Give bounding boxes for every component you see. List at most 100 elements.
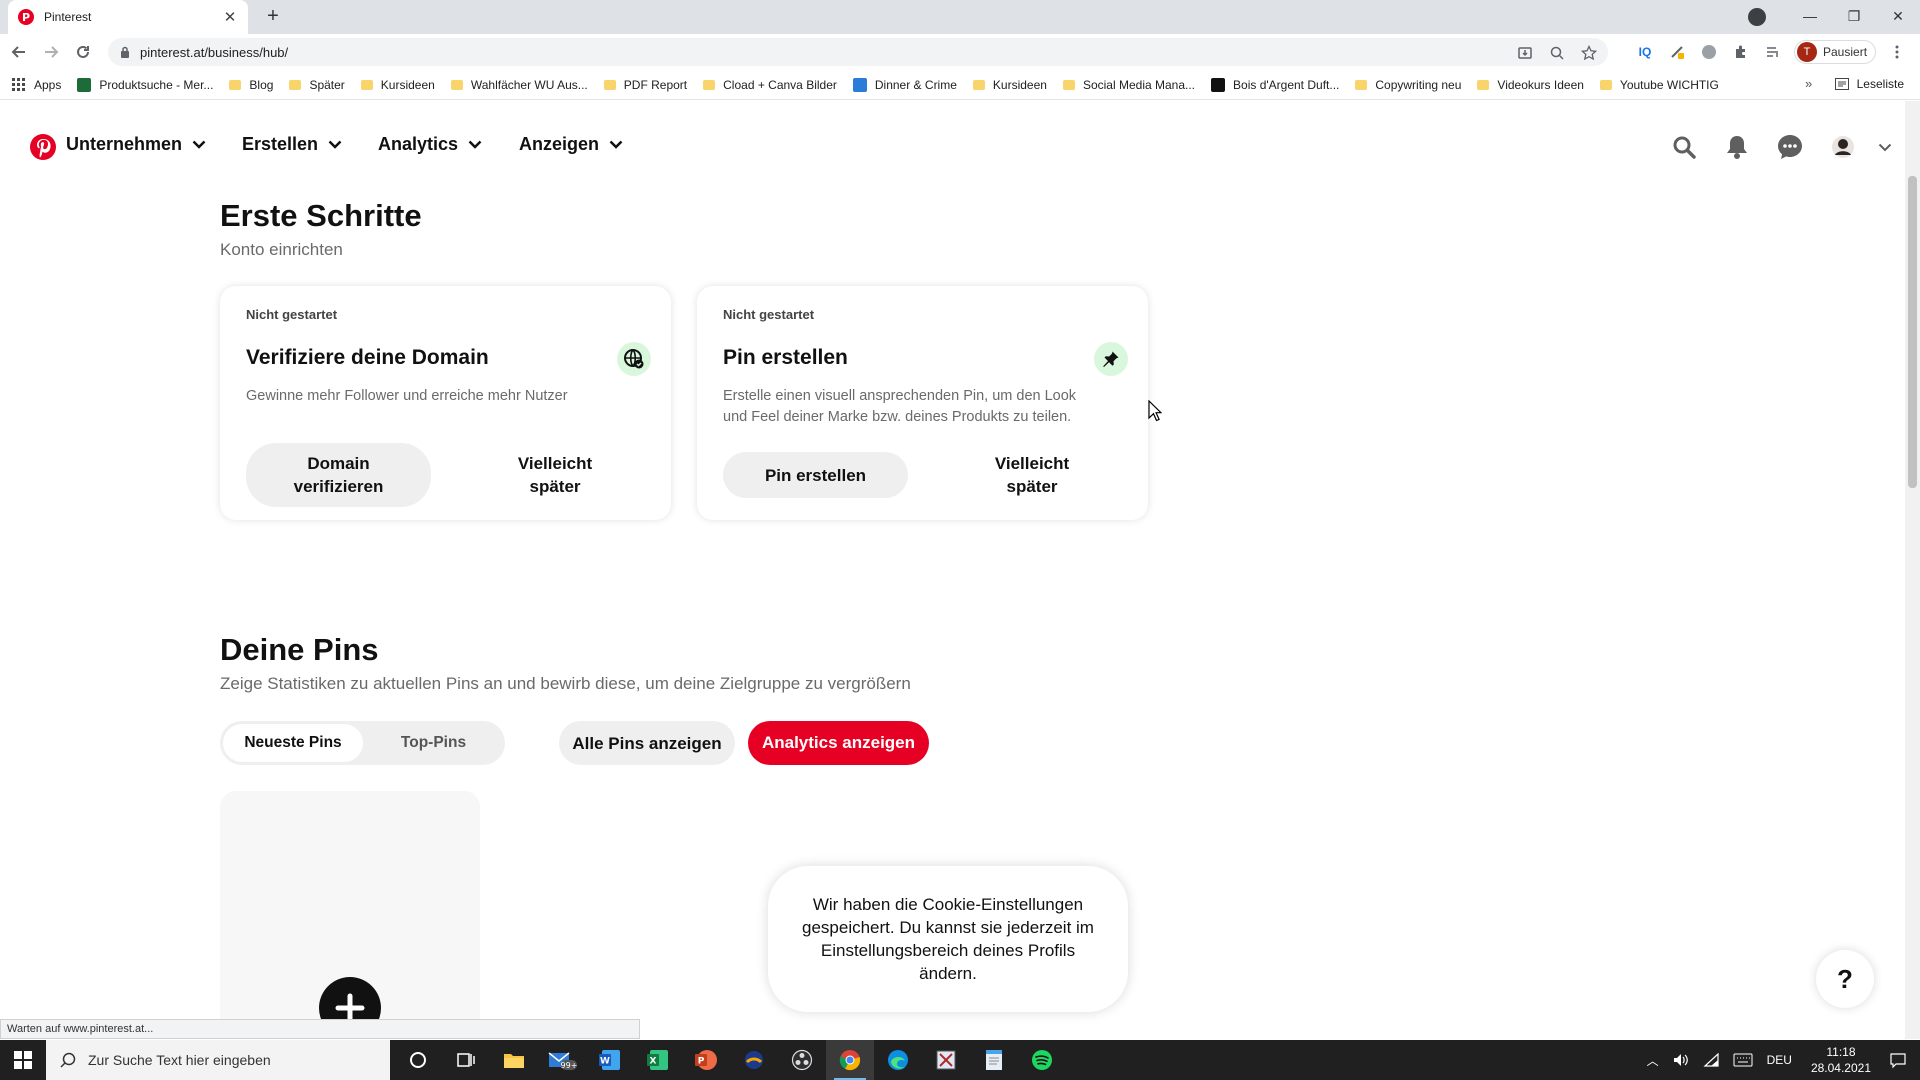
bookmark-item[interactable]: Social Media Mana...	[1062, 78, 1195, 92]
windows-start-icon[interactable]	[0, 1040, 46, 1080]
help-button[interactable]: ?	[1816, 950, 1874, 1008]
action-center-icon[interactable]	[1890, 1052, 1906, 1068]
reading-list-button[interactable]: Leseliste	[1834, 77, 1904, 91]
folder-icon	[229, 79, 242, 90]
obs-icon[interactable]	[778, 1040, 826, 1080]
tab-search-icon[interactable]	[1748, 8, 1766, 26]
help-label: ?	[1837, 963, 1853, 994]
bookmark-item[interactable]: Wahlfächer WU Aus...	[450, 78, 588, 92]
cortana-icon[interactable]	[394, 1040, 442, 1080]
nav-unternehmen[interactable]: Unternehmen	[66, 134, 206, 155]
bookmark-item[interactable]: Apps	[12, 77, 61, 92]
maybe-later-domain-button[interactable]: Vielleicht später	[470, 452, 640, 498]
user-avatar[interactable]	[1828, 132, 1858, 162]
folder-icon	[289, 79, 302, 90]
pinterest-favicon-icon: P	[18, 9, 34, 25]
nav-unternehmen-label: Unternehmen	[66, 134, 183, 154]
forward-icon[interactable]	[38, 39, 64, 65]
keyboard-icon[interactable]	[1733, 1053, 1753, 1067]
tab-top-pins[interactable]: Top-Pins	[365, 724, 502, 762]
profile-button[interactable]: T Pausiert	[1794, 40, 1877, 64]
volume-icon[interactable]	[1673, 1053, 1689, 1067]
snipping-tool-icon[interactable]	[922, 1040, 970, 1080]
nav-anzeigen[interactable]: Anzeigen	[519, 134, 623, 155]
restore-icon[interactable]: ❐	[1832, 0, 1876, 32]
browser-menu-icon[interactable]	[1886, 41, 1908, 63]
bookmark-item[interactable]: Bois d'Argent Duft...	[1211, 77, 1339, 92]
mail-icon[interactable]: 99+	[538, 1040, 586, 1080]
close-window-icon[interactable]: ✕	[1876, 0, 1920, 32]
bookmark-item[interactable]: Cload + Canva Bilder	[703, 78, 837, 92]
verify-domain-button[interactable]: Domain verifizieren	[246, 443, 431, 507]
bookmark-item[interactable]: Später	[289, 78, 345, 92]
language-indicator[interactable]: DEU	[1767, 1053, 1792, 1067]
bookmark-item[interactable]: Copywriting neu	[1355, 78, 1461, 92]
scrollbar-thumb[interactable]	[1908, 176, 1917, 488]
tray-chevron-up-icon[interactable]: ︿	[1647, 1052, 1659, 1069]
reload-icon[interactable]	[70, 39, 96, 65]
maybe-later-label-2: später	[529, 477, 581, 496]
bookmark-label: Blog	[249, 77, 274, 92]
browser-tab-pinterest[interactable]: P Pinterest ✕	[8, 0, 248, 34]
bookmark-item[interactable]: Produktsuche - Mer...	[77, 77, 213, 92]
notepad-icon[interactable]	[970, 1040, 1018, 1080]
powerpoint-icon[interactable]: P	[682, 1040, 730, 1080]
bookmark-item[interactable]: Kursideen	[972, 78, 1047, 92]
bookmark-item[interactable]: PDF Report	[603, 78, 687, 92]
pinterest-logo-icon[interactable]	[30, 134, 56, 160]
app-icon[interactable]	[730, 1040, 778, 1080]
page-scrollbar[interactable]	[1905, 101, 1920, 1039]
wifi-icon[interactable]	[1703, 1053, 1719, 1067]
zoom-icon[interactable]	[1546, 42, 1568, 64]
globe-icon	[617, 342, 651, 376]
bookmark-item[interactable]: Kursideen	[360, 78, 435, 92]
media-control-icon[interactable]	[1762, 41, 1784, 63]
create-pin-button[interactable]: Pin erstellen	[723, 452, 908, 498]
tab-close-icon[interactable]: ✕	[222, 8, 238, 26]
tab-newest-pins[interactable]: Neueste Pins	[223, 724, 363, 762]
nav-erstellen[interactable]: Erstellen	[242, 134, 342, 155]
excel-icon[interactable]: X	[634, 1040, 682, 1080]
taskbar-search-input[interactable]: Zur Suche Text hier eingeben	[46, 1040, 390, 1080]
word-icon[interactable]: W	[586, 1040, 634, 1080]
task-view-icon[interactable]	[442, 1040, 490, 1080]
bookmark-item[interactable]: Videokurs Ideen	[1477, 78, 1584, 92]
address-bar[interactable]: pinterest.at/business/hub/	[108, 38, 1608, 66]
view-analytics-label: Analytics anzeigen	[761, 733, 916, 752]
notifications-bell-icon[interactable]	[1722, 132, 1752, 162]
bookmark-item[interactable]: Dinner & Crime	[852, 77, 957, 92]
browser-toolbar: pinterest.at/business/hub/ IQ T Pausiert	[0, 34, 1920, 70]
system-tray: ︿ DEU 11:18 28.04.2021	[1640, 1040, 1920, 1080]
adblock-extension-icon[interactable]	[1698, 41, 1720, 63]
chrome-icon[interactable]	[826, 1040, 874, 1080]
chevron-down-icon	[192, 140, 206, 149]
nav-analytics[interactable]: Analytics	[378, 134, 482, 155]
messages-icon[interactable]	[1775, 132, 1805, 162]
extension-icon[interactable]	[1666, 41, 1688, 63]
iq-extension-icon[interactable]: IQ	[1634, 41, 1656, 63]
install-icon[interactable]	[1514, 42, 1536, 64]
bookmarks-more-button[interactable]: »	[1805, 76, 1812, 91]
minimize-icon[interactable]: —	[1788, 0, 1832, 32]
back-icon[interactable]	[6, 39, 32, 65]
bookmark-item[interactable]: Blog	[229, 78, 273, 92]
all-pins-button[interactable]: Alle Pins anzeigen	[559, 721, 735, 765]
mail-badge: 99+	[561, 1061, 577, 1070]
maybe-later-pin-button[interactable]: Vielleicht später	[947, 452, 1117, 498]
apps-grid-icon	[12, 77, 26, 92]
cookie-toast-text: Wir haben die Cookie-Einstellungen gespe…	[802, 895, 1094, 983]
system-clock[interactable]: 11:18 28.04.2021	[1811, 1044, 1871, 1076]
pin-icon	[1094, 342, 1128, 376]
chevron-down-icon	[328, 140, 342, 149]
account-chevron-down-icon[interactable]	[1870, 132, 1900, 162]
edge-icon[interactable]	[874, 1040, 922, 1080]
view-analytics-button[interactable]: Analytics anzeigen	[748, 721, 929, 765]
spotify-icon[interactable]	[1018, 1040, 1066, 1080]
file-explorer-icon[interactable]	[490, 1040, 538, 1080]
new-tab-button[interactable]: +	[262, 6, 284, 28]
bookmark-star-icon[interactable]	[1578, 42, 1600, 64]
clock-time: 11:18	[1826, 1045, 1856, 1059]
bookmark-item[interactable]: Youtube WICHTIG	[1599, 78, 1719, 92]
search-icon[interactable]	[1669, 132, 1699, 162]
extensions-puzzle-icon[interactable]	[1730, 41, 1752, 63]
